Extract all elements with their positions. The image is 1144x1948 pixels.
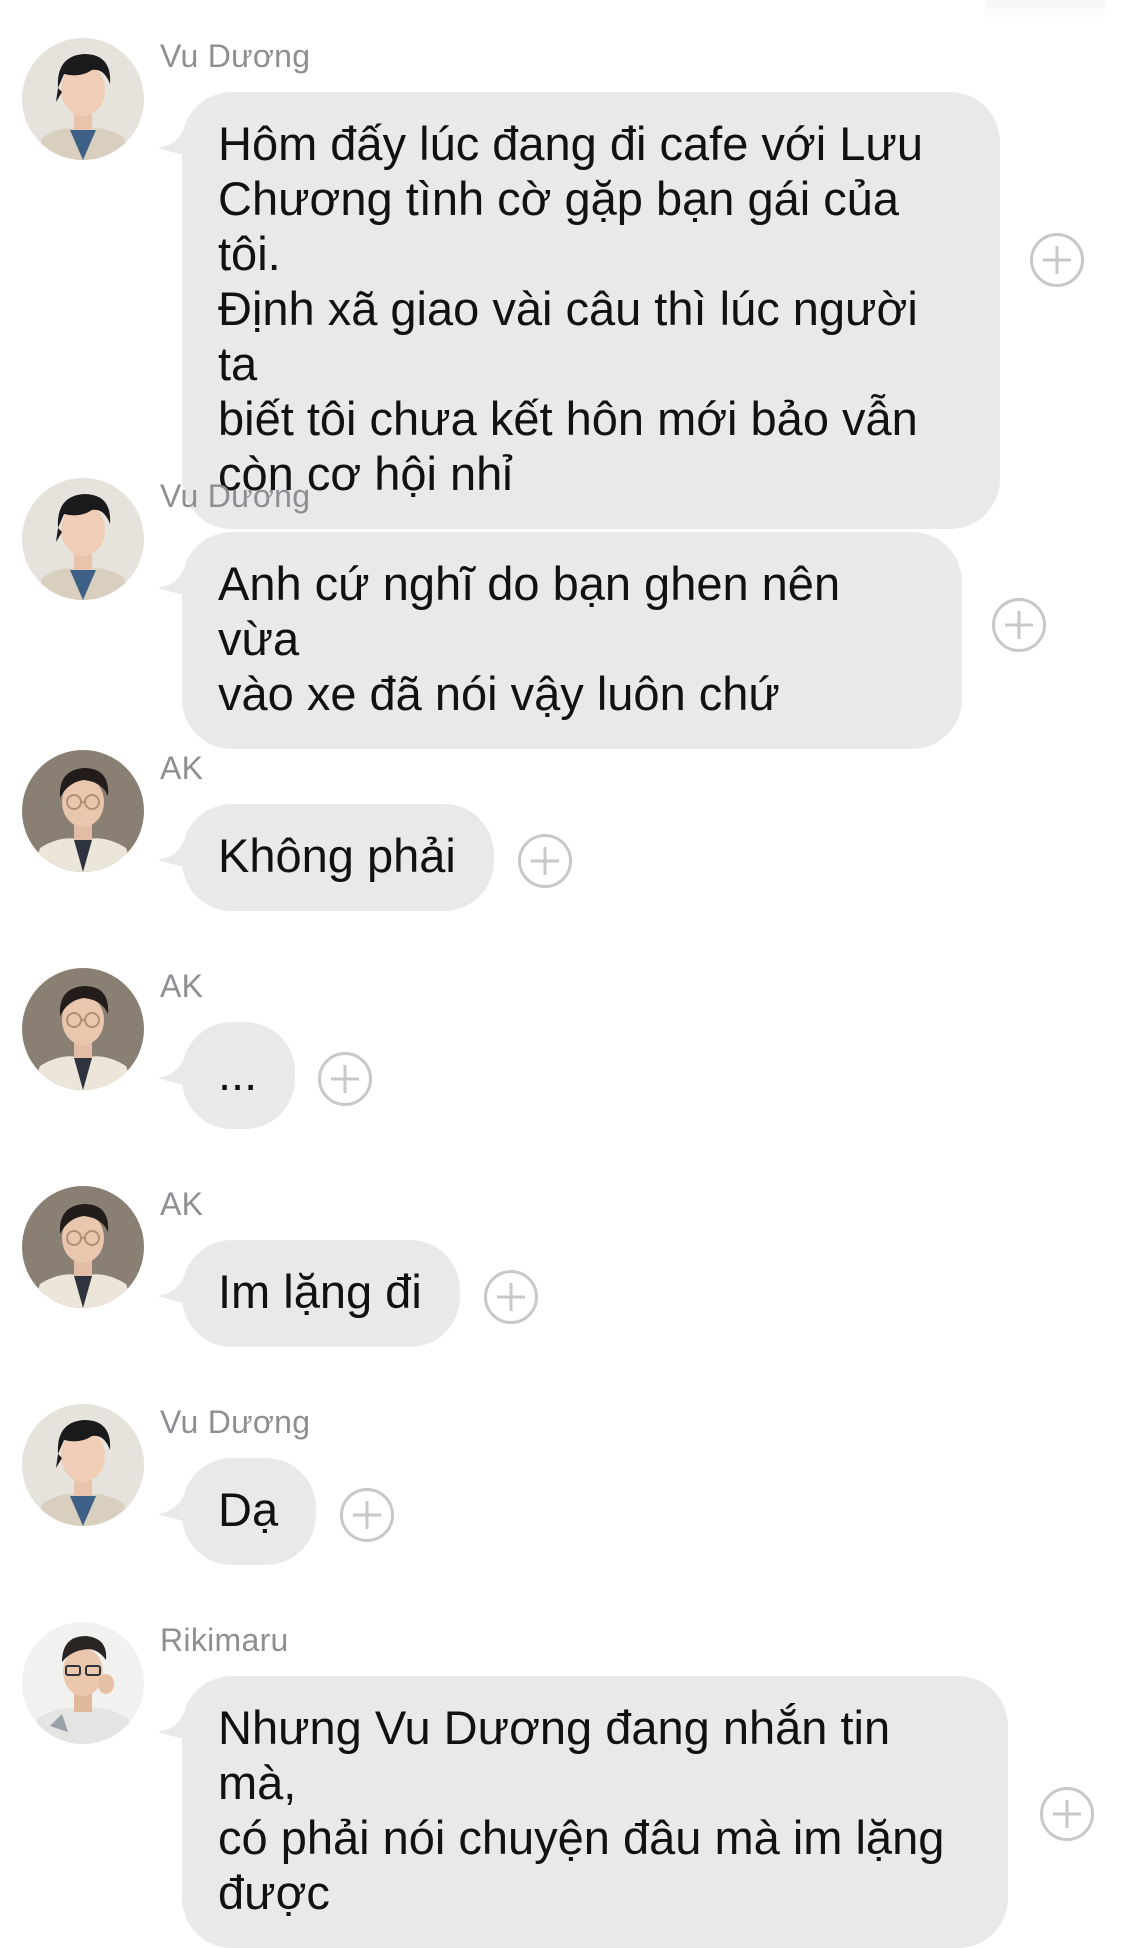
avatar-vu-duong[interactable]	[22, 38, 144, 160]
message-row: AK Im lặng đi	[0, 1186, 1144, 1356]
message-bubble[interactable]: Không phải	[182, 804, 494, 911]
add-reaction-icon[interactable]	[1030, 233, 1084, 287]
message-bubble[interactable]: Nhưng Vu Dương đang nhắn tin mà, có phải…	[182, 1676, 1008, 1948]
add-reaction-icon[interactable]	[518, 834, 572, 888]
message-row: Vu Dương Dạ	[0, 1404, 1144, 1574]
message-row: Vu Dương Anh cứ nghĩ do bạn ghen nên vừa…	[0, 478, 1144, 749]
add-reaction-icon[interactable]	[992, 598, 1046, 652]
sender-name: AK	[160, 1186, 204, 1222]
sender-name: AK	[160, 750, 204, 786]
message-bubble[interactable]: ...	[182, 1022, 296, 1129]
add-reaction-icon[interactable]	[340, 1488, 394, 1542]
sender-name: AK	[160, 968, 204, 1004]
avatar-ak[interactable]	[22, 750, 144, 872]
avatar-vu-duong[interactable]	[22, 478, 144, 600]
avatar-ak[interactable]	[22, 968, 144, 1090]
message-row: Rikimaru Nhưng Vu Dương đang nhắn tin mà…	[0, 1622, 1144, 1948]
avatar-rikimaru[interactable]	[22, 1622, 144, 1744]
add-reaction-icon[interactable]	[318, 1052, 372, 1106]
message-row: AK ...	[0, 968, 1144, 1138]
add-reaction-icon[interactable]	[484, 1270, 538, 1324]
status-bar-fragment	[985, 0, 1105, 26]
avatar-vu-duong[interactable]	[22, 1404, 144, 1526]
sender-name: Rikimaru	[160, 1622, 289, 1658]
message-bubble[interactable]: Anh cứ nghĩ do bạn ghen nên vừa vào xe đ…	[182, 532, 962, 749]
sender-name: Vu Dương	[160, 1404, 311, 1440]
sender-name: Vu Dương	[160, 38, 311, 74]
message-bubble[interactable]: Hôm đấy lúc đang đi cafe với Lưu Chương …	[182, 92, 1000, 529]
message-bubble[interactable]: Dạ	[182, 1458, 317, 1565]
message-row: Vu Dương Hôm đấy lúc đang đi cafe với Lư…	[0, 38, 1144, 529]
message-bubble[interactable]: Im lặng đi	[182, 1240, 460, 1347]
add-reaction-icon[interactable]	[1040, 1787, 1094, 1841]
avatar-ak[interactable]	[22, 1186, 144, 1308]
message-row: AK Không phải	[0, 750, 1144, 920]
sender-name: Vu Dương	[160, 478, 311, 514]
